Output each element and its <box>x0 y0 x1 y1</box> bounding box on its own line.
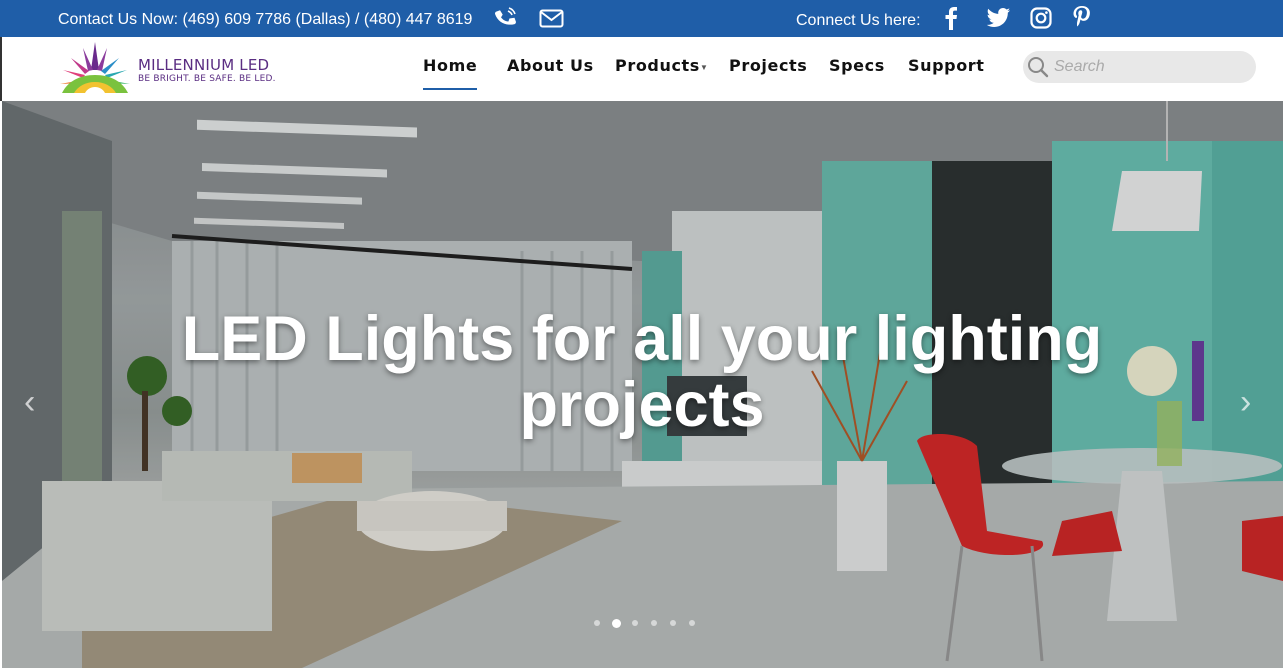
search-input[interactable] <box>1054 55 1249 79</box>
slider-dot-4[interactable] <box>651 620 657 626</box>
slider-dot-2[interactable] <box>612 619 621 628</box>
search-icon[interactable] <box>1027 56 1049 83</box>
nav-projects[interactable]: Projects <box>729 56 807 75</box>
pinterest-icon[interactable] <box>1072 5 1092 36</box>
nav-about-us[interactable]: About Us <box>507 56 594 75</box>
nav-specs[interactable]: Specs <box>829 56 885 75</box>
millennium-led-logo[interactable]: MILLENNIUM LED BE BRIGHT. BE SAFE. BE LE… <box>58 40 288 96</box>
slider-prev-arrow-icon[interactable]: ‹ <box>24 383 35 422</box>
phone-icon[interactable] <box>494 6 516 35</box>
logo-tagline: BE BRIGHT. BE SAFE. BE LED. <box>138 74 276 84</box>
twitter-icon[interactable] <box>986 8 1011 33</box>
chevron-down-icon[interactable]: ▼ <box>700 63 708 72</box>
contact-phone-text: Contact Us Now: (469) 609 7786 (Dallas) … <box>58 11 473 28</box>
hero-slider: LED Lights for all your lighting project… <box>2 101 1283 668</box>
nav-home-active-indicator <box>423 88 477 90</box>
top-contact-bar: Contact Us Now: (469) 609 7786 (Dallas) … <box>0 0 1283 37</box>
nav-products[interactable]: Products <box>615 56 700 75</box>
led-burst-logo-icon <box>60 42 130 93</box>
mail-icon[interactable] <box>539 9 564 34</box>
slider-dot-6[interactable] <box>689 620 695 626</box>
slider-dot-3[interactable] <box>632 620 638 626</box>
hero-headline: LED Lights for all your lighting project… <box>181 304 1103 440</box>
connect-us-label: Connect Us here: <box>796 12 921 29</box>
facebook-icon[interactable] <box>943 6 959 35</box>
slider-dot-1[interactable] <box>594 620 600 626</box>
slider-next-arrow-icon[interactable]: › <box>1240 383 1251 422</box>
nav-home[interactable]: Home <box>423 56 477 75</box>
nav-support[interactable]: Support <box>908 56 985 75</box>
instagram-icon[interactable] <box>1030 7 1052 34</box>
main-navbar: MILLENNIUM LED BE BRIGHT. BE SAFE. BE LE… <box>0 37 1283 101</box>
slider-dot-5[interactable] <box>670 620 676 626</box>
logo-name: MILLENNIUM LED <box>138 56 270 74</box>
